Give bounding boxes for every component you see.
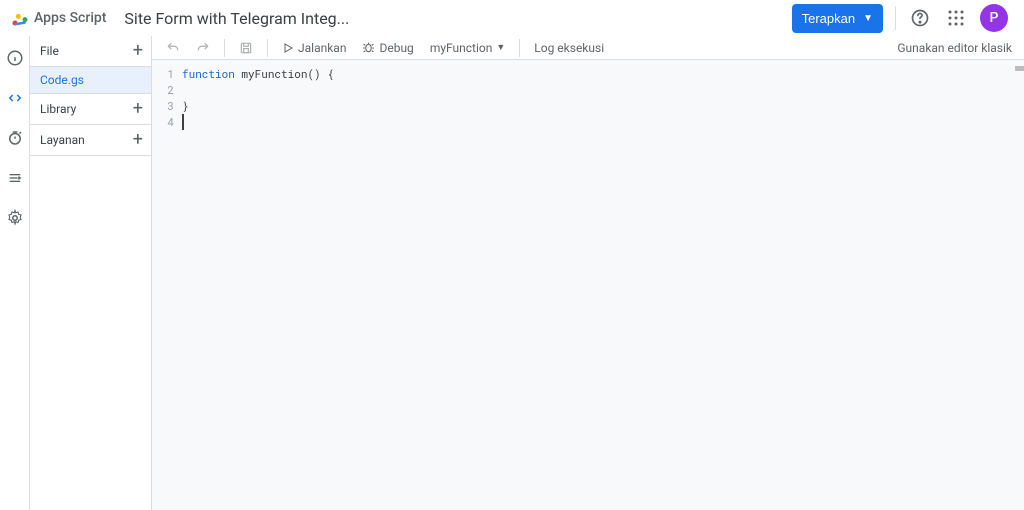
top-header: Apps Script Site Form with Telegram Inte…	[0, 0, 1024, 36]
file-item[interactable]: Code.gs	[30, 67, 151, 93]
header-actions: Terapkan ▼ P	[792, 4, 1008, 33]
line-gutter: 1234	[152, 66, 182, 510]
files-header: File +	[30, 36, 151, 66]
editor-panel: Jalankan Debug myFunction ▼ Log eksekusi…	[152, 36, 1024, 510]
main-area: File + Code.gs Library + Layanan +	[0, 36, 1024, 510]
code-content[interactable]: function myFunction() { }	[182, 66, 1024, 510]
help-icon[interactable]	[908, 6, 932, 30]
deploy-label: Terapkan	[802, 11, 855, 26]
product-name: Apps Script	[34, 10, 106, 26]
code-editor[interactable]: 1234 function myFunction() { }	[152, 60, 1024, 510]
run-label: Jalankan	[298, 41, 346, 55]
run-button[interactable]: Jalankan	[276, 39, 352, 57]
apps-grid-icon[interactable]	[944, 6, 968, 30]
debug-label: Debug	[379, 41, 413, 55]
add-library-button[interactable]: +	[133, 100, 143, 118]
execution-log-button[interactable]: Log eksekusi	[528, 39, 610, 57]
chevron-down-icon: ▼	[496, 42, 505, 53]
left-rail	[0, 36, 30, 510]
undo-button[interactable]	[160, 39, 186, 57]
library-label: Library	[40, 102, 76, 116]
save-button[interactable]	[233, 39, 259, 57]
divider	[267, 39, 268, 57]
files-label: File	[40, 44, 59, 58]
divider	[519, 39, 520, 57]
services-header: Layanan +	[30, 125, 151, 155]
divider	[895, 6, 896, 30]
add-file-button[interactable]: +	[133, 42, 143, 60]
apps-script-icon	[10, 8, 30, 28]
editor-toolbar: Jalankan Debug myFunction ▼ Log eksekusi…	[152, 36, 1024, 60]
scrollbar-marker[interactable]	[1015, 66, 1024, 71]
log-label: Log eksekusi	[534, 41, 604, 55]
rail-settings[interactable]	[3, 206, 27, 230]
classic-editor-link[interactable]: Gunakan editor klasik	[897, 41, 1016, 55]
product-logo[interactable]: Apps Script	[10, 8, 106, 28]
rail-overview[interactable]	[3, 46, 27, 70]
debug-button[interactable]: Debug	[356, 39, 419, 57]
file-sidebar: File + Code.gs Library + Layanan +	[30, 36, 152, 510]
services-label: Layanan	[40, 133, 85, 147]
project-title[interactable]: Site Form with Telegram Integ...	[124, 9, 791, 28]
rail-executions[interactable]	[3, 166, 27, 190]
function-name: myFunction	[430, 41, 493, 55]
rail-editor[interactable]	[3, 86, 27, 110]
deploy-button[interactable]: Terapkan ▼	[792, 4, 883, 33]
account-avatar[interactable]: P	[980, 4, 1008, 32]
cursor	[182, 114, 184, 130]
rail-triggers[interactable]	[3, 126, 27, 150]
redo-button[interactable]	[190, 39, 216, 57]
add-service-button[interactable]: +	[133, 131, 143, 149]
divider	[224, 39, 225, 57]
library-header: Library +	[30, 94, 151, 124]
chevron-down-icon: ▼	[863, 13, 873, 24]
function-selector[interactable]: myFunction ▼	[424, 39, 511, 57]
